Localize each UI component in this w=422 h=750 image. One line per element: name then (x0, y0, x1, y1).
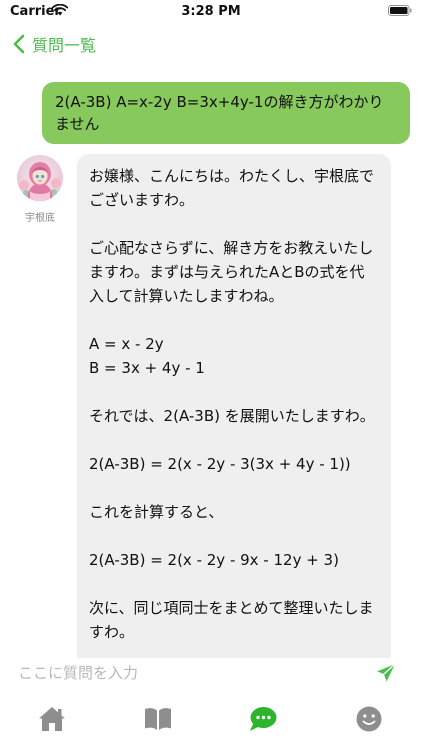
smiley-icon (356, 706, 382, 732)
avatar-image (17, 155, 63, 201)
home-icon (39, 707, 65, 731)
chat-bubble-icon (250, 707, 277, 731)
navigation-bar: 質問一覧 (0, 26, 422, 62)
book-icon (145, 708, 171, 730)
tab-profile[interactable] (354, 704, 384, 734)
tab-chat[interactable] (248, 704, 278, 734)
status-time: 3:28 PM (181, 4, 241, 19)
back-button[interactable]: 質問一覧 (12, 32, 96, 56)
send-icon[interactable] (375, 662, 397, 684)
bot-message-bubble: お嬢様、こんにちは。わたくし、宇根底でございますわ。 ご心配なさらずに、解き方を… (77, 154, 391, 658)
battery-icon (388, 5, 412, 16)
input-bar (0, 656, 422, 690)
back-button-label: 質問一覧 (32, 36, 97, 55)
tab-bar (0, 700, 422, 740)
user-message-bubble: 2(A-3B) A=x-2y B=3x+4y-1の解き方がわかりません (42, 82, 410, 144)
chat-area[interactable]: 2(A-3B) A=x-2y B=3x+4y-1の解き方がわかりません 宇根底 … (0, 64, 422, 658)
tab-book[interactable] (143, 704, 173, 734)
question-input[interactable] (18, 662, 358, 684)
bot-name-label: 宇根底 (25, 213, 55, 224)
status-bar: Carrier 3:28 PM (0, 0, 422, 24)
avatar (17, 155, 63, 201)
chevron-left-icon (13, 34, 25, 54)
tab-home[interactable] (37, 704, 67, 734)
